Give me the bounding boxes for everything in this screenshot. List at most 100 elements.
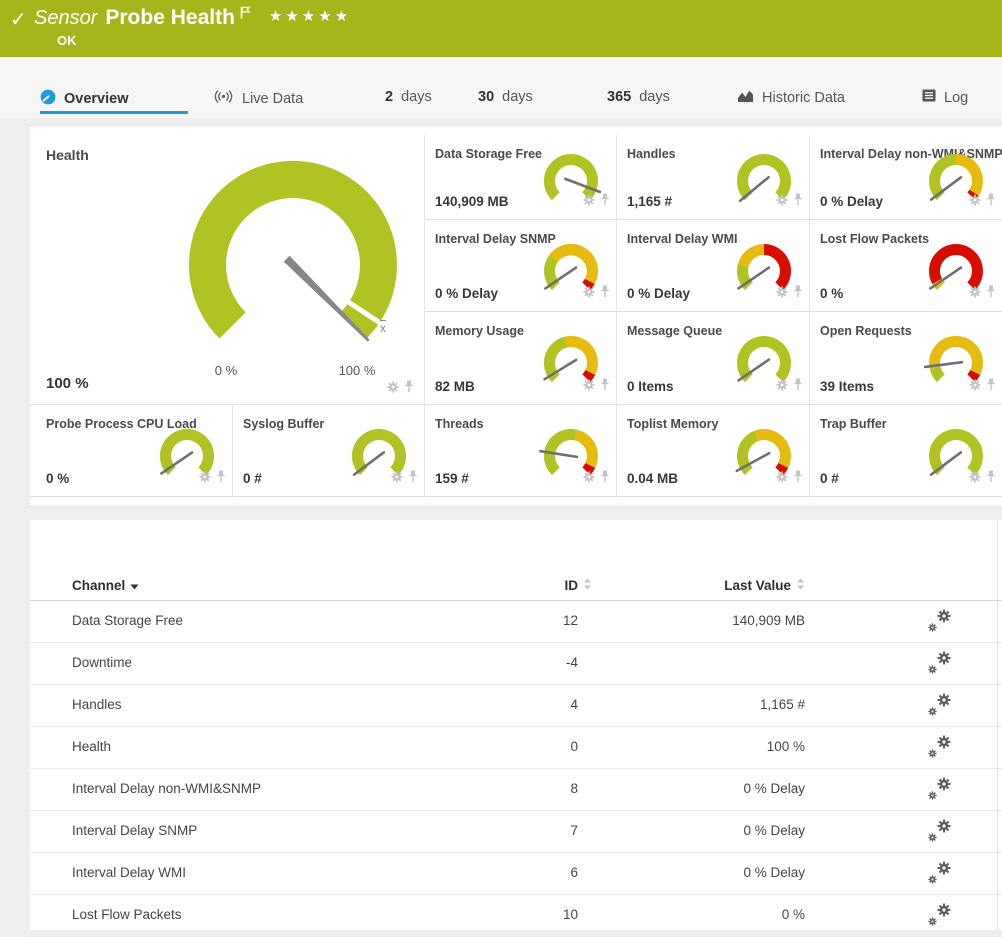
table-row[interactable]: Handles 4 1,165 # xyxy=(30,685,1002,727)
tab-2-days[interactable]: 2 days xyxy=(385,89,432,105)
page-title: Probe Health xyxy=(105,4,235,30)
pin-icon[interactable] xyxy=(404,380,414,398)
gauge-cell: Probe Process CPU Load0 % xyxy=(30,405,233,497)
table-row[interactable]: Health 0 100 % xyxy=(30,727,1002,769)
channel-settings-icon[interactable] xyxy=(928,609,956,633)
tab-log-label: Log xyxy=(944,90,968,106)
pin-icon[interactable] xyxy=(793,193,803,211)
channel-id: -4 xyxy=(430,655,578,670)
table-row[interactable]: Downtime -4 xyxy=(30,643,1002,685)
sensor-type-label: Sensor xyxy=(34,4,97,30)
gauge-cell: Lost Flow Packets0 % xyxy=(810,220,1002,312)
area-chart-icon xyxy=(737,89,754,107)
gear-icon[interactable] xyxy=(583,193,595,211)
gauge-cell: Handles1,165 # xyxy=(617,135,810,220)
channel-settings-icon[interactable] xyxy=(928,861,956,885)
sort-arrows-icon xyxy=(583,578,592,593)
gear-icon[interactable] xyxy=(776,193,788,211)
flag-icon[interactable] xyxy=(240,6,251,24)
pin-icon[interactable] xyxy=(986,470,996,488)
gear-icon[interactable] xyxy=(969,378,981,396)
pin-icon[interactable] xyxy=(600,378,610,396)
pin-icon[interactable] xyxy=(986,285,996,303)
gear-icon[interactable] xyxy=(387,380,399,398)
tab-30-days[interactable]: 30 days xyxy=(478,89,533,105)
channel-settings-icon[interactable] xyxy=(928,777,956,801)
health-gauge-cell: Health 0 % 100 % 100 % x xyxy=(30,135,425,405)
tab-overview-label: Overview xyxy=(64,91,129,107)
tab-30-days-unit: days xyxy=(502,89,533,105)
tab-365-days[interactable]: 365 days xyxy=(607,89,670,105)
pin-icon[interactable] xyxy=(600,285,610,303)
channel-settings-icon[interactable] xyxy=(928,651,956,675)
channel-name[interactable]: Interval Delay SNMP xyxy=(72,823,197,838)
pin-icon[interactable] xyxy=(793,378,803,396)
gear-icon[interactable] xyxy=(776,285,788,303)
gear-icon[interactable] xyxy=(969,470,981,488)
table-header: Channel ID Last Value xyxy=(30,520,1002,601)
channel-settings-icon[interactable] xyxy=(928,819,956,843)
tab-log[interactable]: Log xyxy=(922,89,968,106)
sort-arrows-icon xyxy=(796,578,805,593)
priority-stars[interactable]: ★★★★★ xyxy=(269,7,351,25)
pin-icon[interactable] xyxy=(600,470,610,488)
tab-historic-data-label: Historic Data xyxy=(762,90,845,106)
channel-name[interactable]: Interval Delay non-WMI&SNMP xyxy=(72,781,261,796)
channel-last-value: 0 % Delay xyxy=(630,781,805,796)
table-row[interactable]: Data Storage Free 12 140,909 MB xyxy=(30,601,1002,643)
column-header-id[interactable]: ID xyxy=(430,578,592,593)
column-header-channel-label: Channel xyxy=(72,578,125,593)
table-row[interactable]: Interval Delay SNMP 7 0 % Delay xyxy=(30,811,1002,853)
tab-overview[interactable]: Overview xyxy=(40,89,129,109)
pin-icon[interactable] xyxy=(600,193,610,211)
channel-name[interactable]: Health xyxy=(72,739,111,754)
table-row[interactable]: Interval Delay WMI 6 0 % Delay xyxy=(30,853,1002,895)
gauge-value: 100 % xyxy=(46,375,89,392)
gear-icon[interactable] xyxy=(776,470,788,488)
gear-icon[interactable] xyxy=(199,470,211,488)
gauge-value: 0 # xyxy=(820,471,839,486)
channel-name[interactable]: Data Storage Free xyxy=(72,613,183,628)
tab-365-days-unit: days xyxy=(639,89,670,105)
gear-icon[interactable] xyxy=(583,285,595,303)
tab-2-days-unit: days xyxy=(401,89,432,105)
gear-icon[interactable] xyxy=(776,378,788,396)
gear-icon[interactable] xyxy=(969,285,981,303)
column-header-last-value[interactable]: Last Value xyxy=(630,578,805,593)
column-header-channel[interactable]: Channel xyxy=(72,578,139,593)
pin-icon[interactable] xyxy=(793,470,803,488)
gauge-cell: Toplist Memory0.04 MB xyxy=(617,405,810,497)
channel-last-value: 140,909 MB xyxy=(630,613,805,628)
pin-icon[interactable] xyxy=(793,285,803,303)
table-row[interactable]: Lost Flow Packets 10 0 % xyxy=(30,895,1002,937)
gauge-title: Open Requests xyxy=(820,324,912,338)
pin-icon[interactable] xyxy=(216,470,226,488)
gauge-max-label: 100 % xyxy=(327,363,387,378)
gear-icon[interactable] xyxy=(583,470,595,488)
gauge-value: 0 % Delay xyxy=(627,286,690,301)
channel-last-value: 0 % Delay xyxy=(630,865,805,880)
pin-icon[interactable] xyxy=(986,378,996,396)
pin-icon[interactable] xyxy=(986,193,996,211)
tab-live-data[interactable]: Live Data xyxy=(213,89,303,108)
channel-name[interactable]: Handles xyxy=(72,697,122,712)
gauge-cell: Open Requests 39 Items xyxy=(810,312,1002,405)
gear-icon[interactable] xyxy=(391,470,403,488)
channel-settings-icon[interactable] xyxy=(928,693,956,717)
gear-icon[interactable] xyxy=(969,193,981,211)
channel-name[interactable]: Downtime xyxy=(72,655,132,670)
gauge-cell: Memory Usage82 MB xyxy=(425,312,617,405)
gauge-value: 39 Items xyxy=(820,379,874,394)
channel-settings-icon[interactable] xyxy=(928,903,956,927)
pin-icon[interactable] xyxy=(408,470,418,488)
gauge-title: Syslog Buffer xyxy=(243,417,324,431)
channel-name[interactable]: Lost Flow Packets xyxy=(72,907,182,922)
table-row[interactable]: Interval Delay non-WMI&SNMP 8 0 % Delay xyxy=(30,769,1002,811)
tab-historic-data[interactable]: Historic Data xyxy=(737,89,845,107)
channel-name[interactable]: Interval Delay WMI xyxy=(72,865,186,880)
tab-2-days-number: 2 xyxy=(385,89,393,105)
gauge-cell: Interval Delay WMI0 % Delay xyxy=(617,220,810,312)
gear-icon[interactable] xyxy=(583,378,595,396)
channel-settings-icon[interactable] xyxy=(928,735,956,759)
gauge-value: 1,165 # xyxy=(627,194,672,209)
